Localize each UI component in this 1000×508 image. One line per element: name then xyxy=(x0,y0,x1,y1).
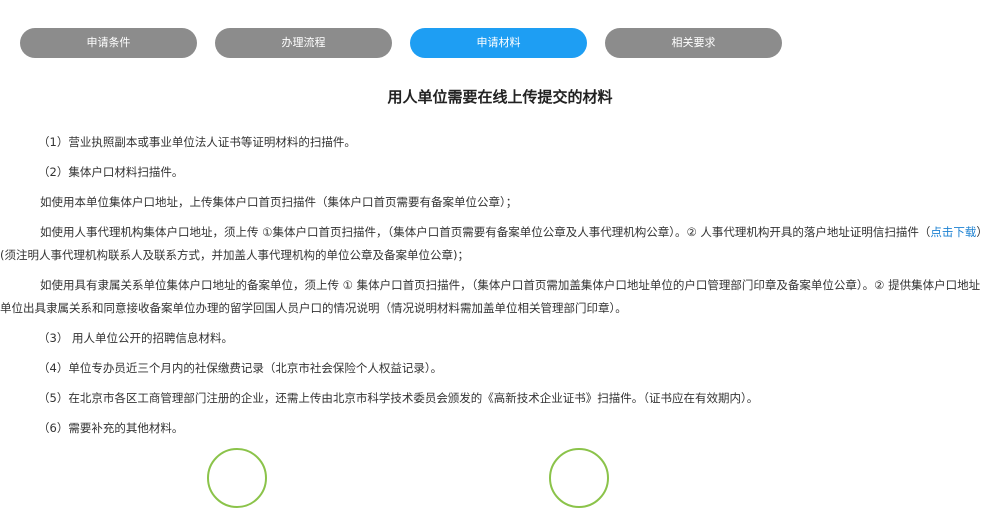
paragraph-affiliated: 如使用具有隶属关系单位集体户口地址的备案单位，须上传 ① 集体户口首页扫描件，（… xyxy=(0,278,981,315)
paragraph-own-unit: 如使用本单位集体户口地址，上传集体户口首页扫描件（集体户口首页需要有备案单位公章… xyxy=(40,195,518,209)
paragraph-agency-text-a: 如使用人事代理机构集体户口地址，须上传 ①集体户口首页扫描件，（集体户口首页需要… xyxy=(40,225,931,239)
item-6: （6）需要补充的其他材料。 xyxy=(38,421,184,435)
item-2: （2）集体户口材料扫描件。 xyxy=(38,165,184,179)
step-circle-left xyxy=(207,448,267,508)
download-link[interactable]: 点击下载 xyxy=(930,225,976,239)
page-title: 用人单位需要在线上传提交的材料 xyxy=(387,88,613,106)
item-5: （5）在北京市各区工商管理部门注册的企业，还需上传由北京市科学技术委员会颁发的《… xyxy=(38,391,759,405)
tab-process[interactable]: 办理流程 xyxy=(215,28,392,58)
item-3: （3） 用人单位公开的招聘信息材料。 xyxy=(38,331,233,345)
paragraph-agency: 如使用人事代理机构集体户口地址，须上传 ①集体户口首页扫描件，（集体户口首页需要… xyxy=(0,221,990,267)
tab-requirements[interactable]: 相关要求 xyxy=(605,28,782,58)
tab-materials[interactable]: 申请材料 xyxy=(410,28,587,58)
tab-bar: 申请条件 办理流程 申请材料 相关要求 xyxy=(0,28,1000,60)
item-4: （4）单位专办员近三个月内的社保缴费记录（北京市社会保险个人权益记录）。 xyxy=(38,361,443,375)
item-1: （1）营业执照副本或事业单位法人证书等证明材料的扫描件。 xyxy=(38,135,356,149)
tab-application-conditions[interactable]: 申请条件 xyxy=(20,28,197,58)
step-circle-right xyxy=(549,448,609,508)
